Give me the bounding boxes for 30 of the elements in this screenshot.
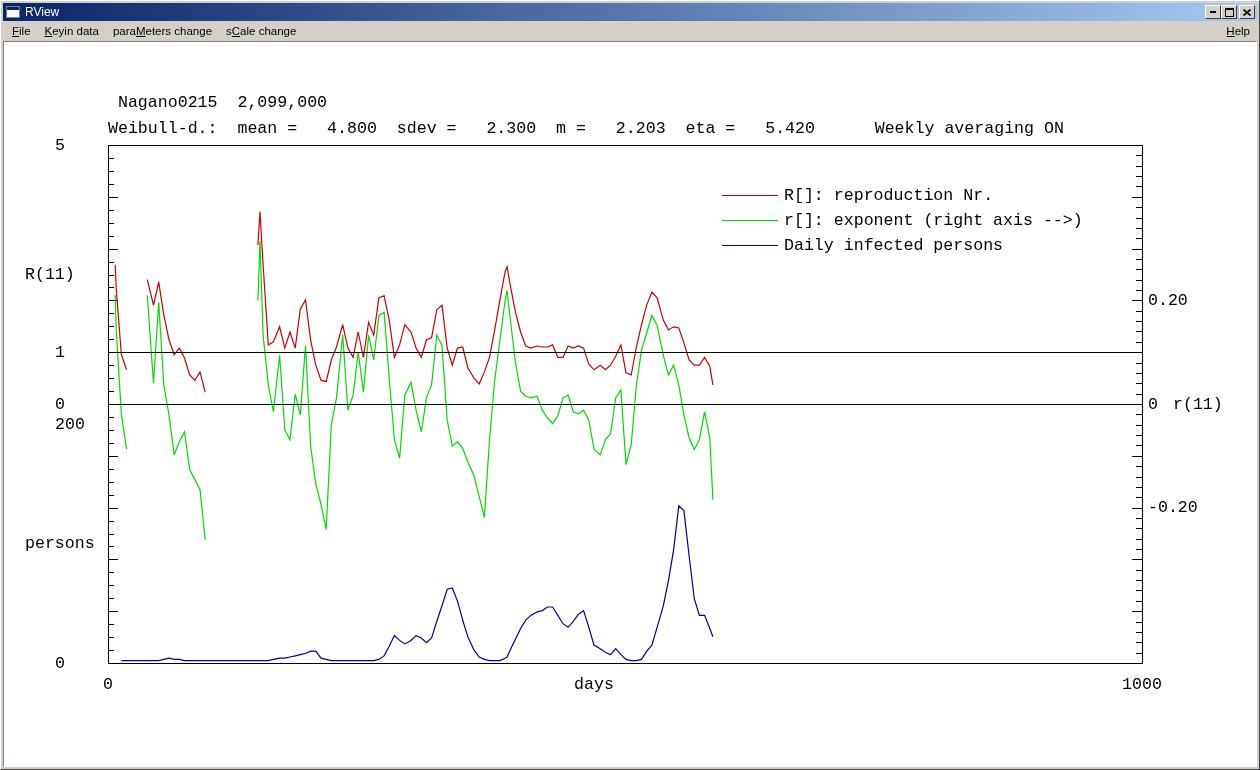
axis-title: R(11) <box>25 265 75 284</box>
parameter-label: mean = <box>237 118 298 140</box>
axis-tick-label: 0 <box>1148 394 1158 414</box>
population-value: 2,099,000 <box>237 92 328 114</box>
parameter-value: 2.203 <box>615 118 666 140</box>
parameter-label: m = <box>556 118 586 140</box>
dataset-name: Nagano0215 <box>117 92 218 114</box>
legend-label: R[]: reproduction Nr. <box>784 186 994 205</box>
axis-tick-label: 0 <box>55 394 65 414</box>
axis-title: persons <box>25 534 95 554</box>
parameter-value: 2.300 <box>486 118 537 140</box>
axis-tick-label: 5 <box>55 135 65 155</box>
parameter-label: eta = <box>685 118 736 140</box>
axis-tick-label: 0.20 <box>1148 290 1188 310</box>
parameter-value: 5.420 <box>765 118 815 140</box>
parameter-label: sdev = <box>396 118 457 140</box>
axis-title: days <box>574 674 614 694</box>
averaging-status: Weekly averaging ON <box>874 118 1064 140</box>
axis-tick-label: 200 <box>55 415 85 435</box>
legend-label: Daily infected persons <box>784 236 1004 255</box>
axis-title: r(11) <box>1173 394 1223 414</box>
legend-label: r[]: exponent (right axis -->) <box>784 211 1083 230</box>
axis-tick-label: 0 <box>103 674 113 694</box>
axis-tick-label: 1 <box>55 342 65 362</box>
window-title: RView <box>25 5 60 19</box>
parameter-value: 4.800 <box>327 118 377 140</box>
axis-tick-label: -0.20 <box>1148 498 1198 518</box>
distribution-label: Weibull-d.: <box>108 118 218 140</box>
axis-tick-label: 0 <box>55 653 65 673</box>
axis-tick-label: 1000 <box>1122 674 1162 694</box>
